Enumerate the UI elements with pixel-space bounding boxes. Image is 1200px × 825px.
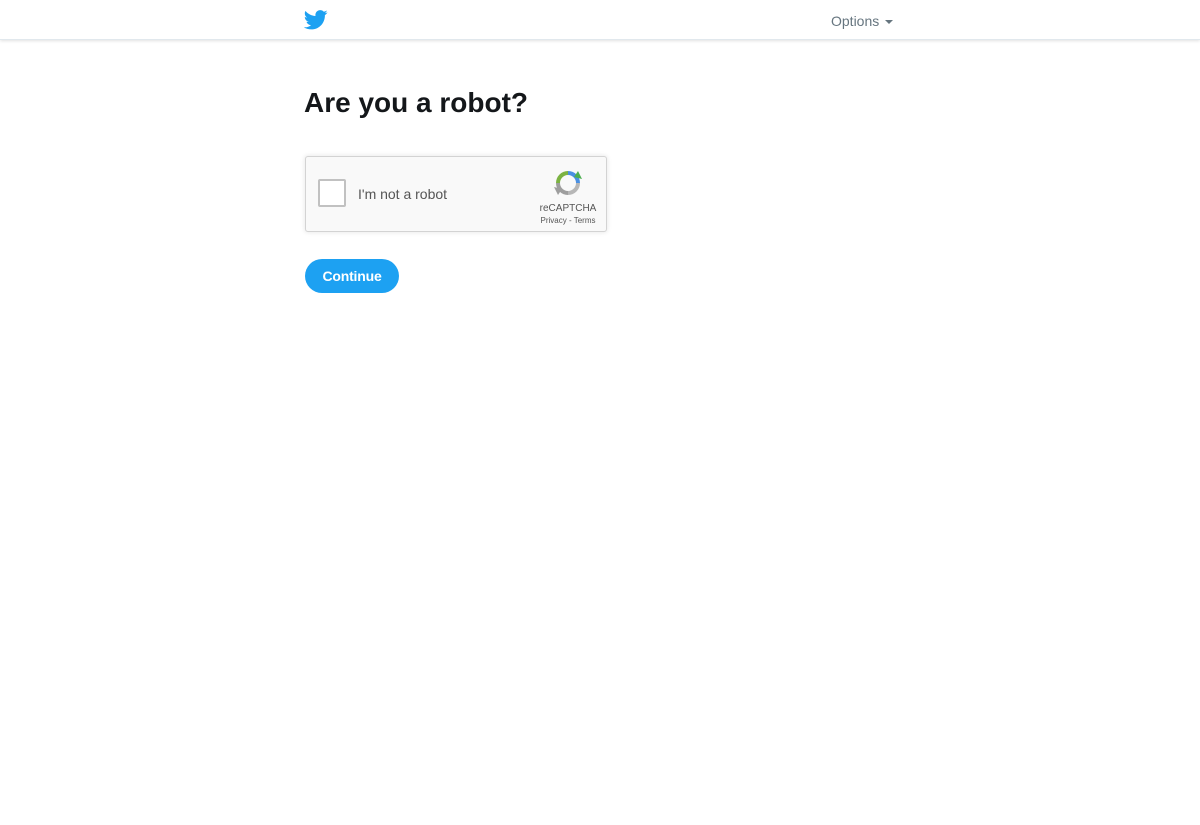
- recaptcha-logo-icon: [554, 171, 582, 195]
- twitter-bird-icon[interactable]: [304, 10, 328, 30]
- page-title: Are you a robot?: [304, 87, 529, 118]
- terms-link[interactable]: Terms: [574, 216, 596, 225]
- recaptcha-brand: reCAPTCHA: [539, 203, 597, 214]
- top-navigation-bar: Options: [0, 0, 1200, 40]
- privacy-link[interactable]: Privacy: [541, 216, 567, 225]
- recaptcha-widget: I'm not a robot reCAPTCHA Privacy - Term…: [305, 156, 607, 232]
- recaptcha-checkbox[interactable]: [318, 179, 346, 207]
- options-label: Options: [831, 13, 880, 29]
- options-dropdown[interactable]: Options: [831, 12, 894, 30]
- links-separator: -: [566, 216, 574, 225]
- recaptcha-links: Privacy - Terms: [528, 216, 608, 226]
- continue-button[interactable]: Continue: [305, 259, 399, 293]
- caret-down-icon: [885, 19, 894, 24]
- recaptcha-checkbox-label: I'm not a robot: [358, 186, 448, 202]
